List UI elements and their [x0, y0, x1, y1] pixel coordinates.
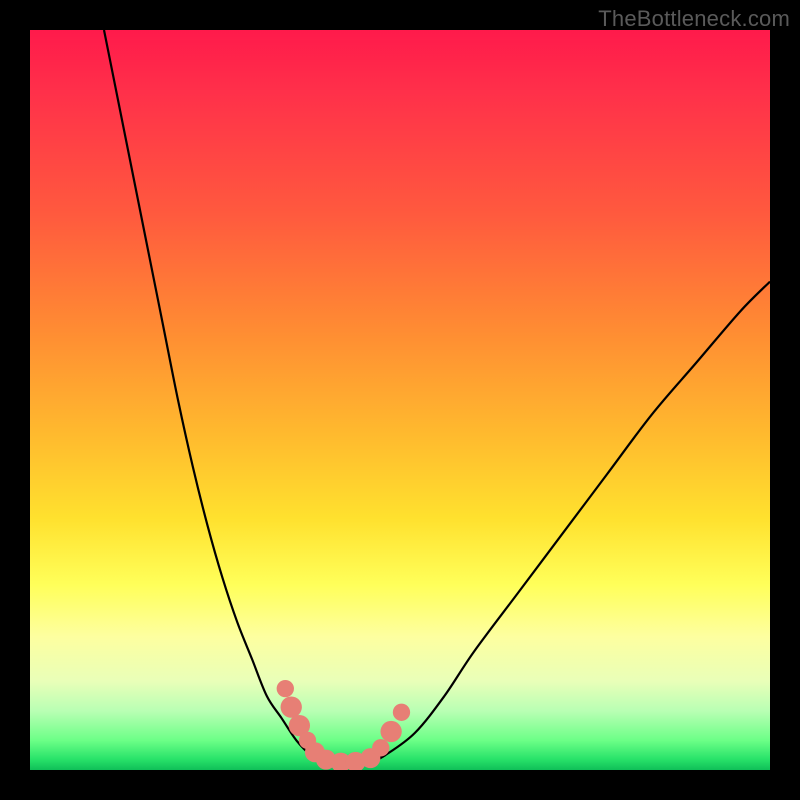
salmon-dot	[372, 739, 389, 756]
right-branch-curve	[370, 282, 770, 763]
salmon-dot	[277, 680, 294, 697]
curve-layer	[30, 30, 770, 770]
chart-stage: TheBottleneck.com	[0, 0, 800, 800]
salmon-dot-group	[277, 680, 411, 770]
salmon-dot	[380, 721, 401, 742]
salmon-dot	[281, 696, 302, 717]
left-branch-curve	[104, 30, 326, 763]
salmon-dot	[393, 704, 410, 721]
watermark-text: TheBottleneck.com	[598, 6, 790, 32]
plot-area	[30, 30, 770, 770]
